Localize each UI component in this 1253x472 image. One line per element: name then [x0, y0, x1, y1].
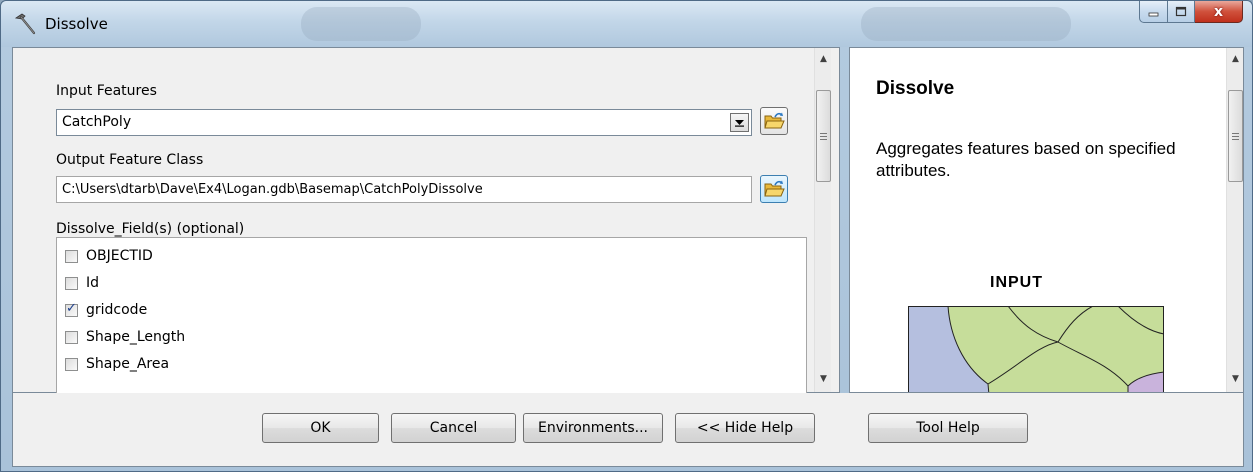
open-folder-icon [764, 112, 785, 129]
grip-icon [820, 132, 827, 140]
output-feature-class-field[interactable] [56, 176, 752, 203]
help-pane: Dissolve Aggregates features based on sp… [849, 47, 1244, 393]
help-description: Aggregates features based on specified a… [876, 139, 1176, 180]
title-bar[interactable]: Dissolve x [1, 1, 1252, 47]
field-name: gridcode [86, 302, 148, 318]
field-checkbox-checked[interactable]: ✓ [65, 300, 78, 317]
grip-icon [1232, 132, 1239, 140]
field-checkbox[interactable] [65, 276, 78, 290]
caption-buttons: x [1139, 1, 1243, 23]
scroll-down-arrow-icon[interactable]: ▼ [815, 370, 832, 387]
parameters-scrollbar[interactable]: ▲ ▼ [814, 48, 831, 392]
cancel-button[interactable]: Cancel [391, 413, 516, 443]
field-checkbox[interactable] [65, 330, 78, 344]
window-title: Dissolve [45, 15, 108, 33]
output-feature-class-input[interactable] [57, 177, 751, 202]
field-item-shape-length[interactable]: Shape_Length [65, 326, 185, 348]
minimize-button[interactable] [1139, 1, 1168, 23]
hide-help-button[interactable]: << Hide Help [675, 413, 815, 443]
field-item-gridcode[interactable]: ✓ gridcode [65, 299, 147, 321]
title-bar-background [861, 7, 1071, 41]
ok-button[interactable]: OK [262, 413, 379, 443]
help-title: Dissolve [876, 78, 955, 99]
field-item-objectid[interactable]: OBJECTID [65, 245, 153, 267]
field-name: OBJECTID [86, 248, 153, 264]
help-scrollbar[interactable]: ▲ ▼ [1226, 48, 1243, 392]
field-item-id[interactable]: Id [65, 272, 99, 294]
field-checkbox[interactable] [65, 357, 78, 371]
checkmark-icon: ✓ [66, 300, 77, 316]
button-bar: OK Cancel Environments... << Hide Help T… [12, 393, 1244, 467]
dissolve-fields-label: Dissolve_Field(s) (optional) [56, 221, 245, 237]
field-name: Shape_Length [86, 329, 186, 345]
input-features-dropdown-button[interactable] [730, 113, 749, 132]
maximize-icon [1175, 6, 1187, 17]
close-button[interactable]: x [1195, 1, 1243, 23]
scroll-up-arrow-icon[interactable]: ▲ [815, 50, 832, 67]
close-icon: x [1213, 3, 1224, 20]
illustration-label: INPUT [990, 274, 1043, 291]
input-features-value: CatchPoly [62, 114, 132, 130]
scroll-down-arrow-icon[interactable]: ▼ [1227, 370, 1243, 387]
scroll-up-arrow-icon[interactable]: ▲ [1227, 50, 1243, 67]
field-name: Id [86, 275, 100, 291]
chevron-down-icon [735, 120, 744, 127]
open-folder-icon [764, 180, 785, 197]
scrollbar-thumb[interactable] [816, 90, 831, 182]
dissolve-input-illustration [908, 306, 1164, 392]
output-feature-class-browse-button[interactable] [760, 175, 788, 203]
maximize-button[interactable] [1168, 1, 1195, 23]
title-bar-background [301, 7, 421, 41]
environments-button[interactable]: Environments... [523, 413, 663, 443]
field-checkbox[interactable] [65, 249, 78, 263]
output-feature-class-label: Output Feature Class [56, 152, 204, 168]
hammer-icon [14, 13, 36, 35]
tool-help-button[interactable]: Tool Help [868, 413, 1028, 443]
field-name: Shape_Area [86, 356, 170, 372]
input-features-label: Input Features [56, 83, 157, 99]
scrollbar-thumb[interactable] [1228, 90, 1243, 182]
field-item-shape-area[interactable]: Shape_Area [65, 353, 169, 375]
minimize-icon [1148, 12, 1158, 16]
input-features-browse-button[interactable] [760, 107, 788, 135]
input-features-combobox[interactable]: CatchPoly [56, 109, 752, 136]
parameters-pane: Input Features CatchPoly Output Feature … [12, 47, 840, 440]
dissolve-window: Dissolve x Input Features CatchPoly Outp… [0, 0, 1253, 472]
